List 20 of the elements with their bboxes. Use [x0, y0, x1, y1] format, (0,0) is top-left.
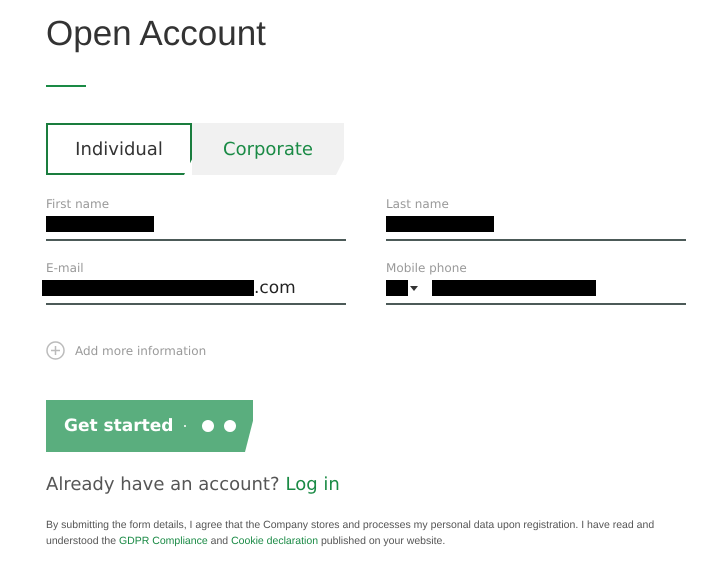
get-started-button[interactable]: Get started: [46, 400, 253, 452]
login-link[interactable]: Log in: [286, 474, 340, 495]
account-type-tab[interactable]: Individual: [46, 123, 192, 175]
consent-text: By submitting the form details, I agree that the Company stores and processes my personal data upon registration. I have read and understood the GDPR Compliance and Cookie declaration published on your website.: [46, 518, 656, 549]
add-more-link[interactable]: Add more information: [75, 344, 206, 358]
caret-icon[interactable]: [410, 286, 418, 290]
field-label: Mobile phone: [386, 261, 468, 275]
account-type-tab[interactable]: Corporate: [192, 123, 344, 175]
input-field[interactable]: Last name: [386, 197, 686, 241]
input-field[interactable]: E-mail .com: [46, 261, 346, 305]
field-label: E-mail: [46, 261, 85, 275]
field-value: .com: [254, 278, 296, 298]
input-field[interactable]: Mobile phone: [386, 261, 686, 305]
field-label: First name: [46, 197, 110, 211]
page-title: Open Account: [46, 14, 267, 54]
gdpr-link[interactable]: GDPR Compliance: [118, 535, 208, 547]
login-prompt: Already have an account?: [46, 474, 280, 495]
input-field[interactable]: First name: [46, 197, 346, 241]
cookie-link[interactable]: Cookie declaration: [231, 535, 318, 547]
field-label: Last name: [386, 197, 450, 211]
